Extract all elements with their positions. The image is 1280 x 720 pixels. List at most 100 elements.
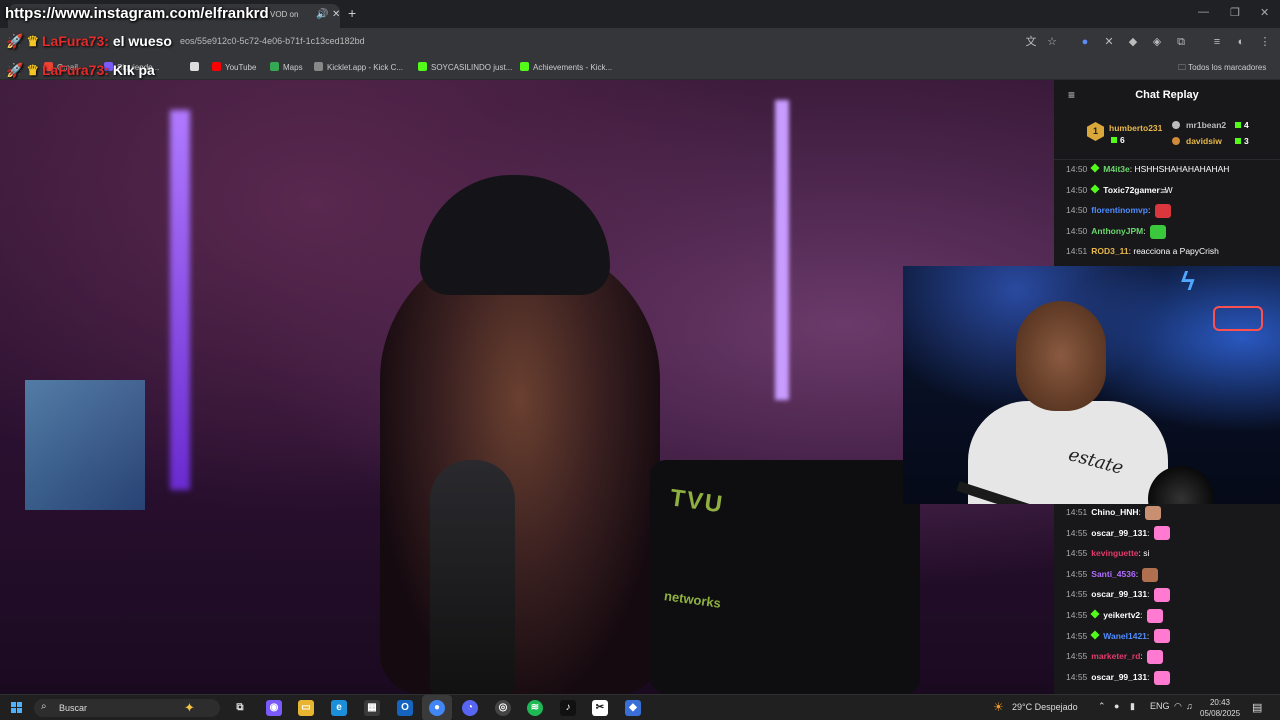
url-field[interactable]: eos/55e912c0-5c72-4e06-b71f-1c13ced182bd [180,36,365,46]
wifi-icon[interactable]: ◠ [1174,701,1182,712]
message-username[interactable]: oscar_99_131 [1091,672,1147,682]
message-username[interactable]: Toxic72gamer [1103,185,1160,195]
message-username[interactable]: kevinguette [1091,548,1138,558]
bookmark-page[interactable] [190,62,203,72]
screen: VOD on 🔊 ✕ + — ❐ ✕ eos/55e912c0-5c72-4e0… [0,0,1280,720]
emote-icon [1147,649,1164,664]
window-close-icon[interactable]: ✕ [1260,6,1269,19]
weather-text[interactable]: 29°C Despejado [1012,702,1078,712]
message-username[interactable]: Santi_4536 [1091,569,1135,579]
notification-icon[interactable]: ▤ [1252,701,1262,714]
separator: : [1147,527,1152,538]
usb-icon[interactable]: ▮ [1130,701,1135,712]
bookmark-favicon-icon [270,62,279,71]
message-time: 14:50 [1066,225,1088,236]
x-extension-icon[interactable]: ✕ [1102,35,1116,49]
separator: : [1146,630,1152,641]
leader-first-count: 6 [1111,135,1125,145]
chat-message: 14:50 M4it3e: HSHHSHAHAHAHAHAH [1066,162,1229,176]
message-time: 14:51 [1066,246,1088,257]
emote-icon [1153,526,1170,541]
bookmark-favicon-icon [314,62,323,71]
clock[interactable]: 20:43 05/08/2025 [1200,697,1240,719]
copilot-icon[interactable]: ◉ [266,700,282,716]
message-username[interactable]: M4it3e [1103,164,1129,174]
outlook-icon[interactable]: O [397,700,413,716]
maximize-icon[interactable]: ❐ [1230,6,1240,19]
rocket-icon: 🚀 [6,62,24,78]
windows-start-icon[interactable] [11,702,22,713]
bookmark-maps[interactable]: Maps [270,62,303,72]
search-box[interactable]: ⌕ Buscar ✦ [34,699,220,717]
silver-medal-icon [1172,121,1180,129]
bookmark-kicklet[interactable]: Kicklet.app - Kick C... [314,62,403,72]
fridge [25,380,145,510]
minimize-icon[interactable]: — [1198,6,1209,18]
message-time: 14:55 [1066,589,1088,600]
translate-icon[interactable]: 文 [1024,35,1038,49]
message-time: 14:55 [1066,610,1088,620]
emote-icon [1153,629,1170,644]
close-icon[interactable]: ✕ [332,9,340,20]
language-indicator[interactable]: ENG [1150,701,1170,711]
bookmark-youtube[interactable]: YouTube [212,62,256,72]
neon-bolt-icon: ϟ [1181,266,1195,296]
extension-icon[interactable]: ◈ [1150,35,1164,49]
crown-icon: ♛ [26,62,39,78]
bookmark-soycasilindo[interactable]: SOYCASILINDO just... [418,62,512,72]
profile-avatar-icon[interactable]: ◐ [1234,35,1248,49]
edge-icon[interactable]: e [331,700,347,716]
separator: : [1140,610,1145,620]
puzzle-icon[interactable]: ⧉ [1174,35,1188,49]
app-icon[interactable]: ◆ [625,700,641,716]
shirt [968,401,1168,504]
cap [420,175,610,295]
search-icon: ⌕ [41,701,47,712]
gift-icon [1111,137,1117,143]
spotify-icon[interactable]: ≋ [527,700,543,716]
message-username[interactable]: AnthonyJPM [1091,226,1143,236]
message-username[interactable]: oscar_99_131 [1091,528,1147,538]
microphone-icon[interactable]: ● [1114,701,1119,711]
media-control-icon[interactable]: ≡ [1210,35,1224,49]
message-username[interactable]: yeikertv2 [1103,610,1140,620]
chat-message: 14:55 Wanel1421: [1066,629,1170,644]
leader-second-name[interactable]: mr1bean2 [1186,120,1226,130]
message-username[interactable]: ROD3_11 [1091,246,1128,256]
bookmark-achievements[interactable]: Achievements - Kick... [520,62,612,72]
microphone [430,460,515,694]
message-username[interactable]: Wanel1421 [1103,631,1147,641]
star-icon[interactable]: ☆ [1045,35,1059,49]
leader-third-count: 3 [1235,136,1249,146]
speaker-icon[interactable]: 🔊 [316,9,328,20]
chat-message: 14:51 ROD3_11: reacciona a PapyCrish [1066,244,1219,258]
sparkle-icon: ✦ [184,700,195,715]
message-username[interactable]: marketer_rd [1091,651,1140,661]
all-bookmarks-folder[interactable]: 🗀 Todos los marcadores [1178,62,1266,76]
volume-icon[interactable]: ♫ [1186,701,1193,711]
new-tab-button[interactable]: + [348,5,356,21]
chrome-icon[interactable]: ● [429,700,445,716]
chat-message: 14:55 yeikertv2: [1066,608,1163,623]
task-view-icon[interactable]: ⧉ [232,700,248,716]
capcut-icon[interactable]: ✂ [592,700,608,716]
chat-message: 14:50 Toxic72gamer: W [1066,183,1173,197]
message-text: HSHHSHAHAHAHAHAH [1134,164,1230,174]
extension-icon[interactable]: ◆ [1126,35,1140,49]
menu-dots-icon[interactable]: ⋮ [1258,35,1272,49]
message-username[interactable]: florentinomvp [1091,205,1148,215]
extension-icon[interactable]: ● [1078,35,1092,49]
leader-third-name[interactable]: davidsiw [1186,136,1222,146]
discord-icon[interactable]: ◔ [462,700,478,716]
leader-first-name[interactable]: humberto231 [1109,123,1162,133]
message-username[interactable]: oscar_99_131 [1091,589,1147,599]
video-player[interactable]: TVU networks [0,80,1054,694]
neon-light [775,100,789,400]
message-username[interactable]: Chino_HNH [1091,507,1138,517]
obs-icon[interactable]: ◎ [495,700,511,716]
tiktok-icon[interactable]: ♪ [560,700,576,716]
file-explorer-icon[interactable]: ▭ [298,700,314,716]
emote-icon [1153,670,1170,685]
chevron-up-icon[interactable]: ⌃ [1098,701,1106,712]
store-icon[interactable]: ▦ [364,700,380,716]
